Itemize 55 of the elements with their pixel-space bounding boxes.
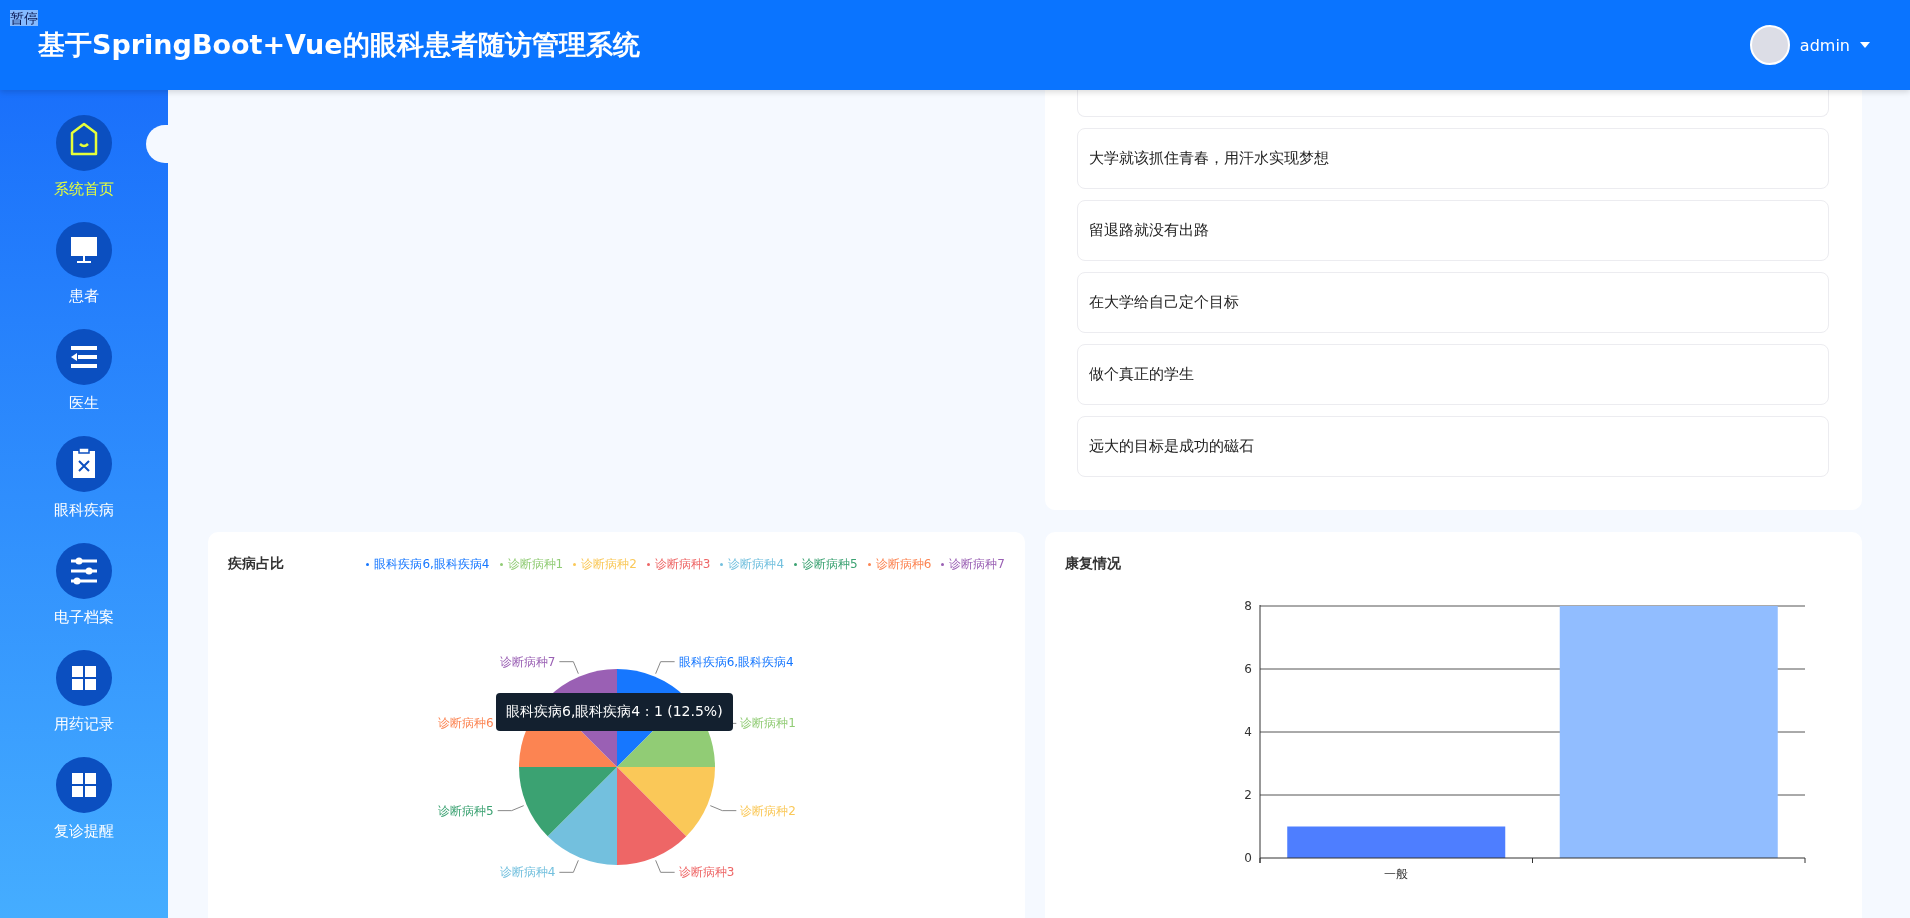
sidebar-item[interactable]: 医生 <box>0 329 168 413</box>
house-icon <box>56 115 112 171</box>
sidebar-item[interactable]: 电子档案 <box>0 543 168 627</box>
leader-line <box>497 805 525 812</box>
axis-label: 2 <box>1244 788 1252 802</box>
quote-item: 在大学给自己定个目标 <box>1077 272 1829 333</box>
quote-item: 大学就该抓住青春，用汗水实现梦想 <box>1077 128 1829 189</box>
chart-title: 康复情况 <box>1065 555 1122 573</box>
sidebar-item[interactable]: 复诊提醒 <box>0 757 168 841</box>
quote-item: 做个真正的学生 <box>1077 344 1829 405</box>
slice-label: 诊断病种3 <box>678 865 735 880</box>
pause-label: 暂停 <box>10 10 38 26</box>
leader-line <box>558 859 579 873</box>
axis-label: 0 <box>1244 851 1252 865</box>
sidebar-item[interactable]: 眼科疾病 <box>0 436 168 520</box>
legend-label[interactable]: 诊断病种7 <box>949 555 1005 573</box>
leader-line <box>709 805 737 812</box>
chart-tooltip: 眼科疾病6,眼科疾病4 : 1 (12.5%) <box>496 693 733 731</box>
sidebar-item[interactable]: 患者 <box>0 222 168 306</box>
slice-label: 诊断病种6 <box>438 716 494 731</box>
active-indicator <box>146 125 168 163</box>
slice-label: 眼科疾病6,眼科疾病4 <box>678 654 794 669</box>
sidebar-item[interactable]: 用药记录 <box>0 650 168 734</box>
chart-title: 疾病占比 <box>228 555 285 573</box>
grid-icon <box>56 757 112 813</box>
avatar <box>1749 25 1790 65</box>
leader-line <box>558 661 579 675</box>
quote-item: 远大的目标是成功的磁石 <box>1077 416 1829 477</box>
slice-label: 诊断病种5 <box>438 803 494 818</box>
user-name[interactable]: admin <box>1799 35 1850 55</box>
slice-label: 诊断病种1 <box>740 716 796 731</box>
legend-label[interactable]: 诊断病种4 <box>728 555 785 573</box>
legend-label[interactable]: 诊断病种3 <box>654 555 711 573</box>
list-icon <box>56 329 112 385</box>
slice-label: 诊断病种2 <box>740 803 796 818</box>
legend-label[interactable]: 眼科疾病6,眼科疾病4 <box>374 555 490 573</box>
sliders-icon <box>56 543 112 599</box>
leader-line <box>655 661 676 675</box>
legend-label[interactable]: 诊断病种6 <box>875 555 932 573</box>
grid-icon <box>56 650 112 706</box>
slice-label: 诊断病种4 <box>499 865 556 880</box>
legend-label[interactable]: 诊断病种1 <box>507 555 564 573</box>
quote-item: 留退路就没有出路 <box>1077 200 1829 261</box>
app-title: 基于SpringBoot+Vue的眼科患者随访管理系统 <box>38 28 641 62</box>
axis-label: 6 <box>1244 662 1252 676</box>
slice-label: 诊断病种7 <box>499 654 556 669</box>
axis-label: 8 <box>1244 599 1252 613</box>
sidebar-item[interactable]: 系统首页 <box>0 115 168 199</box>
axis-label: 一般 <box>1384 867 1409 881</box>
axis-label: 4 <box>1244 725 1252 739</box>
monitor-icon <box>56 222 112 278</box>
caret-icon[interactable] <box>1860 42 1870 48</box>
legend-label[interactable]: 诊断病种5 <box>802 555 858 573</box>
leader-line <box>655 859 676 873</box>
clipboard-icon <box>56 436 112 492</box>
